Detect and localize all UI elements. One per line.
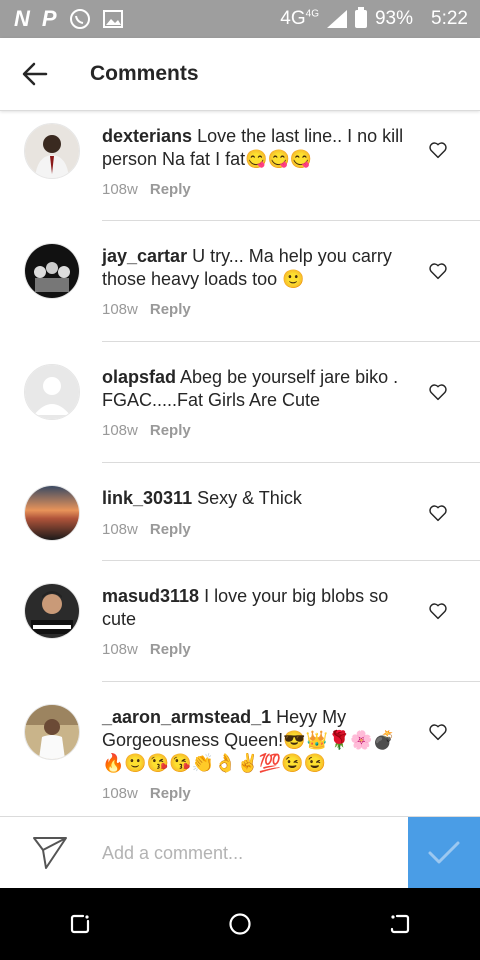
battery-level: 93% — [374, 8, 414, 29]
comment-meta: 108w Reply — [102, 641, 191, 658]
reply-button[interactable]: Reply — [150, 181, 191, 198]
comments-list[interactable]: dexterians Love the last line.. I no kil… — [0, 111, 480, 816]
direct-send-icon[interactable] — [0, 817, 100, 889]
checkmark-icon — [428, 841, 460, 864]
header-bar: Comments — [0, 38, 480, 111]
like-heart-icon[interactable] — [428, 262, 448, 280]
comment-meta: 108w Reply — [102, 301, 191, 318]
network-indicator: 4G4G — [280, 8, 319, 29]
signal-icon — [326, 10, 347, 28]
comment-item: link_30311 Sexy & Thick 108w Reply — [0, 463, 480, 561]
comment-age: 108w — [102, 301, 138, 318]
comment-age: 108w — [102, 641, 138, 658]
reply-button[interactable]: Reply — [150, 641, 191, 658]
comment-age: 108w — [102, 181, 138, 198]
n-app-icon: N — [14, 6, 30, 31]
like-heart-icon[interactable] — [428, 602, 448, 620]
comment-meta: 108w Reply — [102, 181, 191, 198]
comment-meta: 108w Reply — [102, 521, 191, 538]
like-heart-icon[interactable] — [428, 723, 448, 741]
avatar[interactable] — [24, 485, 80, 541]
comment-item: dexterians Love the last line.. I no kil… — [0, 111, 480, 221]
comment-text: masud3118 I love your big blobs so cute — [102, 585, 414, 631]
comment-composer — [0, 816, 480, 889]
home-button[interactable] — [210, 894, 270, 954]
reply-button[interactable]: Reply — [150, 785, 191, 802]
comment-text: _aaron_armstead_1 Heyy My Gorgeousness Q… — [102, 706, 414, 775]
comment-item: _aaron_armstead_1 Heyy My Gorgeousness Q… — [0, 682, 480, 816]
comment-meta: 108w Reply — [102, 422, 191, 439]
paper-plane-icon — [33, 837, 67, 869]
p-app-icon: P — [41, 6, 57, 31]
status-bar: N P 4G4G 93% 5:22 — [0, 0, 480, 38]
comment-age: 108w — [102, 521, 138, 538]
comment-text: jay_cartar U try... Ma help you carry th… — [102, 245, 414, 291]
system-nav-bar — [0, 888, 480, 960]
comment-username[interactable]: jay_cartar — [102, 246, 187, 266]
comment-text: link_30311 Sexy & Thick — [102, 487, 414, 510]
reply-button[interactable]: Reply — [150, 301, 191, 318]
comment-input[interactable] — [100, 841, 404, 865]
like-heart-icon[interactable] — [428, 141, 448, 159]
post-comment-button[interactable] — [408, 817, 480, 889]
image-icon — [102, 10, 123, 28]
comment-message: Sexy & Thick — [197, 488, 302, 508]
recents-icon — [70, 914, 90, 934]
comment-age: 108w — [102, 785, 138, 802]
like-heart-icon[interactable] — [428, 383, 448, 401]
back-button[interactable] — [0, 38, 70, 110]
reply-button[interactable]: Reply — [150, 422, 191, 439]
comment-age: 108w — [102, 422, 138, 439]
reply-button[interactable]: Reply — [150, 521, 191, 538]
comment-username[interactable]: _aaron_armstead_1 — [102, 707, 271, 727]
recents-button[interactable] — [50, 894, 110, 954]
clock: 5:22 — [431, 8, 468, 29]
back-nav-button[interactable] — [370, 894, 430, 954]
comment-username[interactable]: olapsfad — [102, 367, 176, 387]
comment-username[interactable]: link_30311 — [102, 488, 192, 508]
comment-meta: 108w Reply — [102, 785, 191, 802]
comment-item: olapsfad Abeg be yourself jare biko . FG… — [0, 342, 480, 463]
whatsapp-icon — [69, 9, 90, 29]
avatar[interactable] — [24, 704, 80, 760]
comment-item: masud3118 I love your big blobs so cute … — [0, 561, 480, 682]
comment-username[interactable]: masud3118 — [102, 586, 199, 606]
comment-username[interactable]: dexterians — [102, 126, 192, 146]
home-circle-icon — [229, 913, 251, 935]
avatar[interactable] — [24, 243, 80, 299]
back-arrow-icon — [22, 62, 48, 86]
avatar[interactable] — [24, 364, 80, 420]
comment-text: olapsfad Abeg be yourself jare biko . FG… — [102, 366, 414, 412]
comment-text: dexterians Love the last line.. I no kil… — [102, 125, 414, 171]
avatar[interactable] — [24, 123, 80, 179]
battery-icon — [354, 7, 367, 28]
page-title: Comments — [90, 62, 199, 85]
back-nav-icon — [390, 914, 410, 934]
comment-item: jay_cartar U try... Ma help you carry th… — [0, 221, 480, 342]
like-heart-icon[interactable] — [428, 504, 448, 522]
avatar[interactable] — [24, 583, 80, 639]
